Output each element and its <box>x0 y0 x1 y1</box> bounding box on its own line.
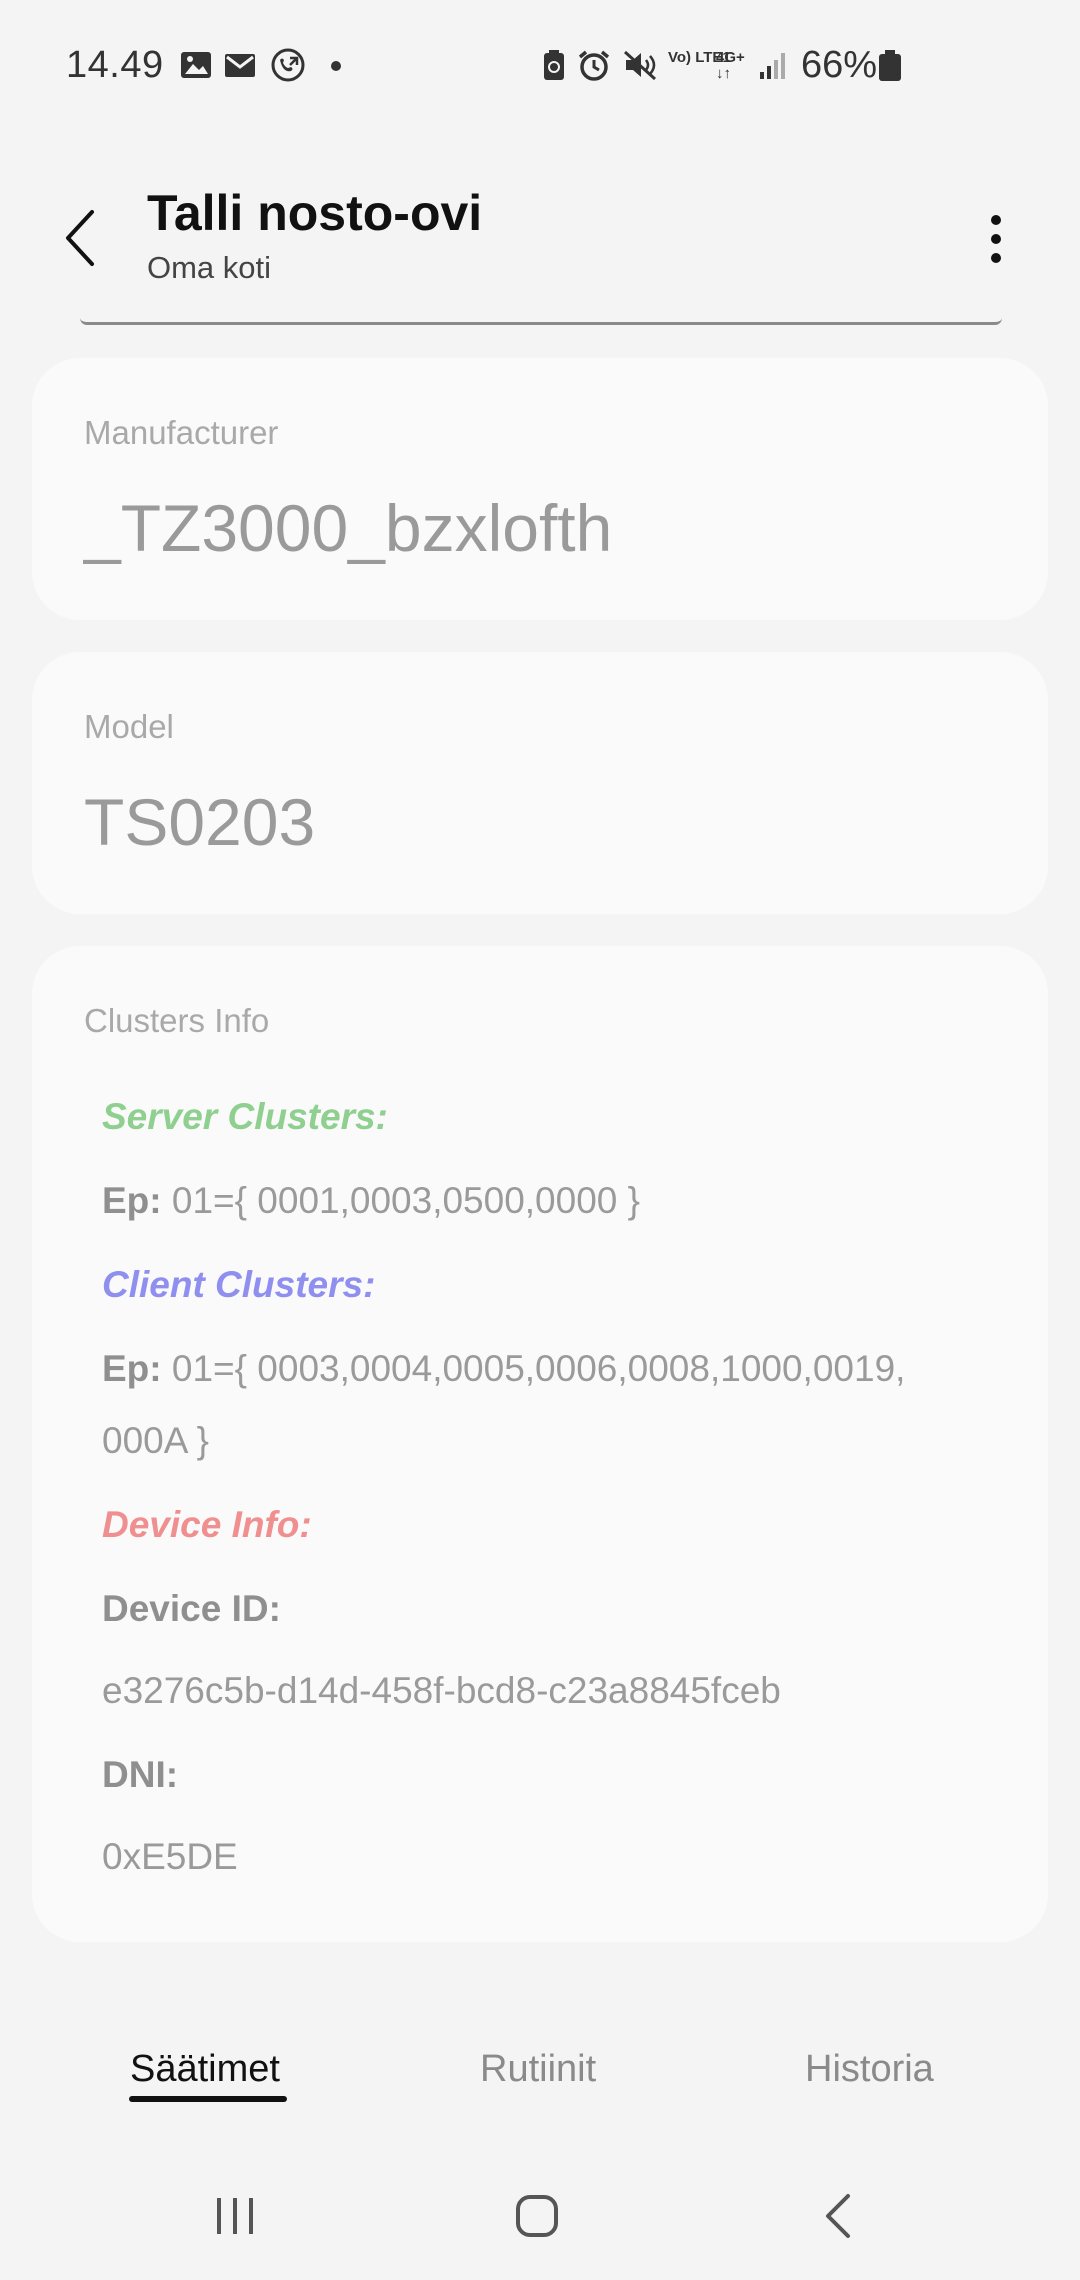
home-icon <box>516 2195 558 2237</box>
dni-label: DNI: <box>102 1754 179 1795</box>
manufacturer-value: _TZ3000_bzxlofth <box>84 491 613 565</box>
recent-apps-icon <box>217 2198 253 2234</box>
4g-icon: 4G+ ↓↑ <box>716 50 752 82</box>
active-tab-indicator <box>129 2096 287 2102</box>
client-ep-label: Ep: <box>102 1348 162 1389</box>
header-divider <box>80 318 1002 325</box>
battery-saver-icon <box>544 50 564 80</box>
device-id-label: Device ID: <box>102 1588 281 1629</box>
server-clusters-heading: Server Clusters: <box>102 1096 388 1137</box>
chevron-left-icon <box>66 210 94 266</box>
data-arrows-icon: ↓↑ <box>716 65 731 82</box>
server-clusters-ep: Ep: 01={ 0001,0003,0500,0000 } <box>102 1180 640 1222</box>
home-button[interactable] <box>492 2176 582 2256</box>
client-ep-value: 01={ 0003,0004,0005,0006,0008,1000,0019, <box>161 1348 906 1389</box>
model-card: Model TS0203 <box>32 652 1048 914</box>
client-ep-value-continued: 000A } <box>102 1420 210 1461</box>
back-nav-button[interactable] <box>794 2176 884 2256</box>
call-forward-icon <box>271 48 305 82</box>
mail-icon <box>225 54 255 77</box>
page-subtitle: Oma koti <box>147 250 272 285</box>
client-clusters-heading: Client Clusters: <box>102 1264 376 1305</box>
manufacturer-card: Manufacturer _TZ3000_bzxlofth <box>32 358 1048 620</box>
back-button[interactable] <box>52 200 112 276</box>
back-nav-icon <box>826 2194 850 2238</box>
image-icon <box>181 52 211 78</box>
clusters-info-label: Clusters Info <box>84 1002 270 1039</box>
recent-apps-button[interactable] <box>190 2176 280 2256</box>
dot-icon <box>331 61 341 71</box>
tab-rutiinit[interactable]: Rutiinit <box>480 2048 596 2091</box>
battery-icon <box>879 50 901 81</box>
clusters-info-card: Clusters Info Server Clusters: Ep: 01={ … <box>32 946 1048 1942</box>
signal-icon <box>760 53 785 79</box>
more-vert-icon <box>991 215 1001 263</box>
dni-value: 0xE5DE <box>102 1836 238 1877</box>
server-ep-value: 01={ 0001,0003,0500,0000 } <box>161 1180 641 1221</box>
page-title: Talli nosto-ovi <box>147 185 483 241</box>
bottom-tab-bar: Säätimet Rutiinit Historia <box>0 2020 1080 2130</box>
mute-icon <box>623 50 657 81</box>
battery-percent: 66% <box>801 44 878 86</box>
device-id-value: e3276c5b-d14d-458f-bcd8-c23a8845fceb <box>102 1670 781 1711</box>
alarm-icon <box>578 50 610 81</box>
status-time: 14.49 <box>66 44 164 86</box>
server-ep-label: Ep: <box>102 1180 162 1221</box>
manufacturer-label: Manufacturer <box>84 414 279 451</box>
tab-saatimet[interactable]: Säätimet <box>130 2048 280 2091</box>
tab-historia[interactable]: Historia <box>805 2048 934 2091</box>
device-info-heading: Device Info: <box>102 1504 312 1545</box>
model-label: Model <box>84 708 174 745</box>
network-label: 4G+ <box>716 49 745 66</box>
more-options-button[interactable] <box>966 206 1026 272</box>
model-value: TS0203 <box>84 785 316 859</box>
status-bar: 14.49 Vo) LTE1 4G+ ↓↑ 66% <box>0 0 1080 130</box>
client-clusters-ep: Ep: 01={ 0003,0004,0005,0006,0008,1000,0… <box>102 1348 905 1390</box>
